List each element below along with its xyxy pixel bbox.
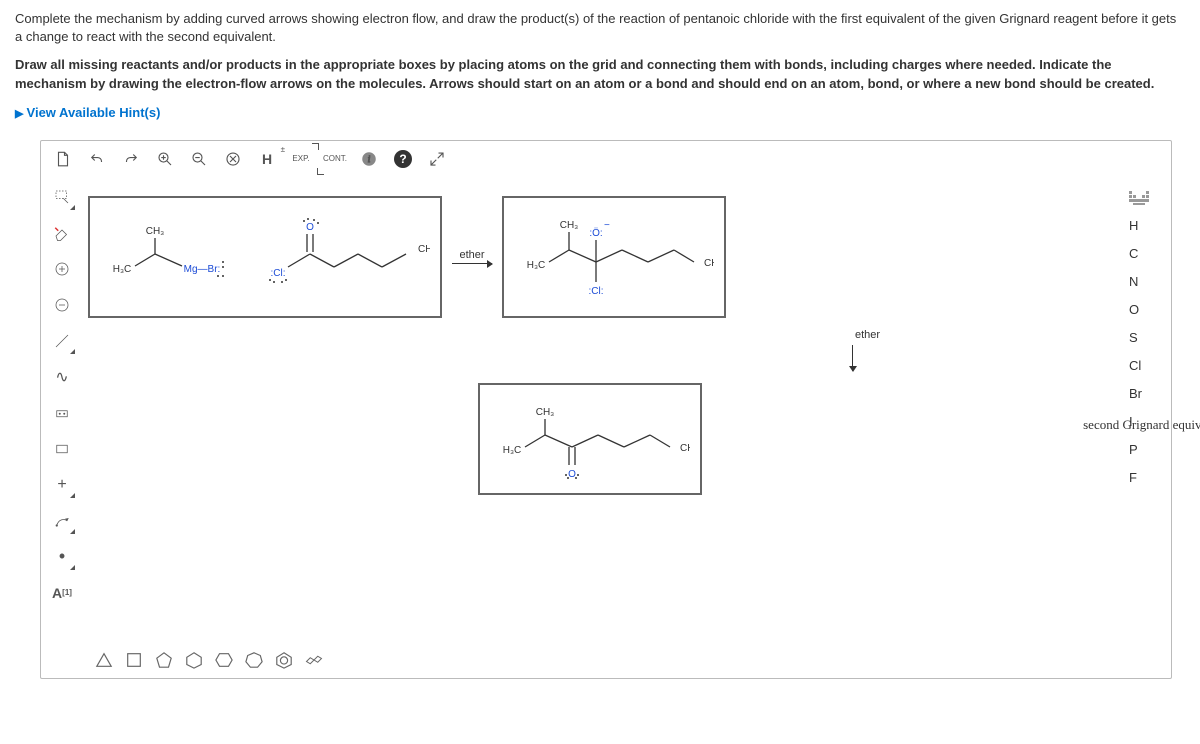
expand-button[interactable]: EXP. — [289, 147, 313, 171]
heptagon-template-icon[interactable] — [244, 650, 264, 670]
benzene-template-icon[interactable] — [274, 650, 294, 670]
hexagon-template-icon[interactable] — [184, 650, 204, 670]
box-tool-icon[interactable] — [48, 435, 76, 463]
instruction-text-2: Draw all missing reactants and/or produc… — [15, 56, 1185, 92]
undo-icon[interactable] — [85, 147, 109, 171]
product-box[interactable]: CH₃ H₃C O CH₃ — [478, 383, 702, 495]
reaction-arrow-1: ether — [446, 188, 498, 326]
element-cl[interactable]: Cl — [1121, 352, 1171, 380]
single-bond-tool-icon[interactable] — [48, 327, 76, 355]
add-charge-plus-icon[interactable] — [48, 255, 76, 283]
add-charge-minus-icon[interactable] — [48, 291, 76, 319]
h-label: H — [262, 151, 272, 167]
ch3-end-label: CH₃ — [418, 244, 430, 255]
o-anion-label: :Ö: — [589, 227, 602, 239]
zoom-in-icon[interactable] — [153, 147, 177, 171]
instruction-text-1: Complete the mechanism by adding curved … — [15, 10, 1185, 46]
hexagon2-template-icon[interactable] — [214, 650, 234, 670]
second-grignard-text: second Grignard equivalent — [1083, 417, 1200, 433]
wavy-bond-tool-icon[interactable]: ∿ — [48, 363, 76, 391]
periodic-table-icon[interactable] — [1121, 184, 1171, 212]
h3c-label-2: H₃C — [527, 260, 546, 271]
element-c[interactable]: C — [1121, 240, 1171, 268]
second-step-label: second Grignard equivalent final product — [1083, 416, 1200, 434]
o-label-3: O — [568, 469, 576, 479]
zoom-out-icon[interactable] — [187, 147, 211, 171]
element-o[interactable]: O — [1121, 296, 1171, 324]
chair-template-icon[interactable] — [304, 650, 324, 670]
lone-pair-tool-icon[interactable] — [48, 399, 76, 427]
cl-label: :Cl: — [271, 268, 286, 279]
fullscreen-icon[interactable] — [425, 147, 449, 171]
reactant-box-1[interactable]: CH₃ H₃C Mg—Br: O — [88, 196, 442, 318]
intermediate-box[interactable]: CH₃ H₃C :Ö: − :Cl: — [502, 196, 726, 318]
element-n[interactable]: N — [1121, 268, 1171, 296]
h3c-label-3: H₃C — [503, 445, 522, 456]
element-f[interactable]: F — [1121, 464, 1171, 492]
element-h[interactable]: H — [1121, 212, 1171, 240]
atom-label-tool-icon[interactable]: A[1] — [48, 579, 76, 607]
drawing-canvas[interactable]: CH₃ H₃C Mg—Br: O — [84, 178, 1121, 678]
ether-label-1: ether — [459, 249, 484, 261]
ether-label-2: ether — [855, 329, 880, 341]
mgbr-label: Mg—Br: — [184, 264, 221, 275]
atom-sup: [1] — [62, 588, 72, 597]
cl-label-2: :Cl: — [589, 286, 604, 297]
element-p[interactable]: P — [1121, 436, 1171, 464]
exp-label: EXP. — [292, 154, 309, 163]
o-label: O — [306, 222, 314, 233]
atom-a-label: A — [52, 585, 62, 601]
plus-tool-icon[interactable]: + — [48, 471, 76, 499]
view-hints-toggle[interactable]: View Available Hint(s) — [15, 101, 1185, 124]
ch3-label-2: CH₃ — [560, 220, 579, 231]
eraser-tool-icon[interactable] — [48, 219, 76, 247]
square-template-icon[interactable] — [124, 650, 144, 670]
left-toolbar: ∿ + • A[1] — [41, 178, 84, 678]
pentagon-template-icon[interactable] — [154, 650, 174, 670]
new-doc-icon[interactable] — [51, 147, 75, 171]
ch3-end-2: CH₃ — [704, 258, 714, 269]
info-icon[interactable]: i — [357, 147, 381, 171]
delete-icon[interactable] — [221, 147, 245, 171]
ch3-end-3: CH₃ — [680, 443, 690, 454]
element-s[interactable]: S — [1121, 324, 1171, 352]
ring-template-bar — [84, 641, 1121, 678]
ch3-label: CH₃ — [146, 226, 165, 237]
hydrogen-toggle[interactable]: H± — [255, 147, 279, 171]
select-tool-icon[interactable] — [48, 183, 76, 211]
help-icon[interactable]: ? — [391, 147, 415, 171]
contract-button[interactable]: CONT. — [323, 147, 347, 171]
h3c-label: H₃C — [113, 264, 132, 275]
cont-label: CONT. — [323, 154, 347, 163]
radical-tool-icon[interactable]: • — [48, 543, 76, 571]
triangle-template-icon[interactable] — [94, 650, 114, 670]
structure-editor: H± EXP. CONT. i ? — [40, 140, 1172, 679]
svg-text:−: − — [604, 220, 610, 231]
reaction-arrow-down — [852, 345, 853, 371]
curved-arrow-tool-icon[interactable] — [48, 507, 76, 535]
redo-icon[interactable] — [119, 147, 143, 171]
ch3-label-3: CH₃ — [536, 407, 555, 418]
element-br[interactable]: Br — [1121, 380, 1171, 408]
top-toolbar: H± EXP. CONT. i ? — [41, 141, 1171, 178]
